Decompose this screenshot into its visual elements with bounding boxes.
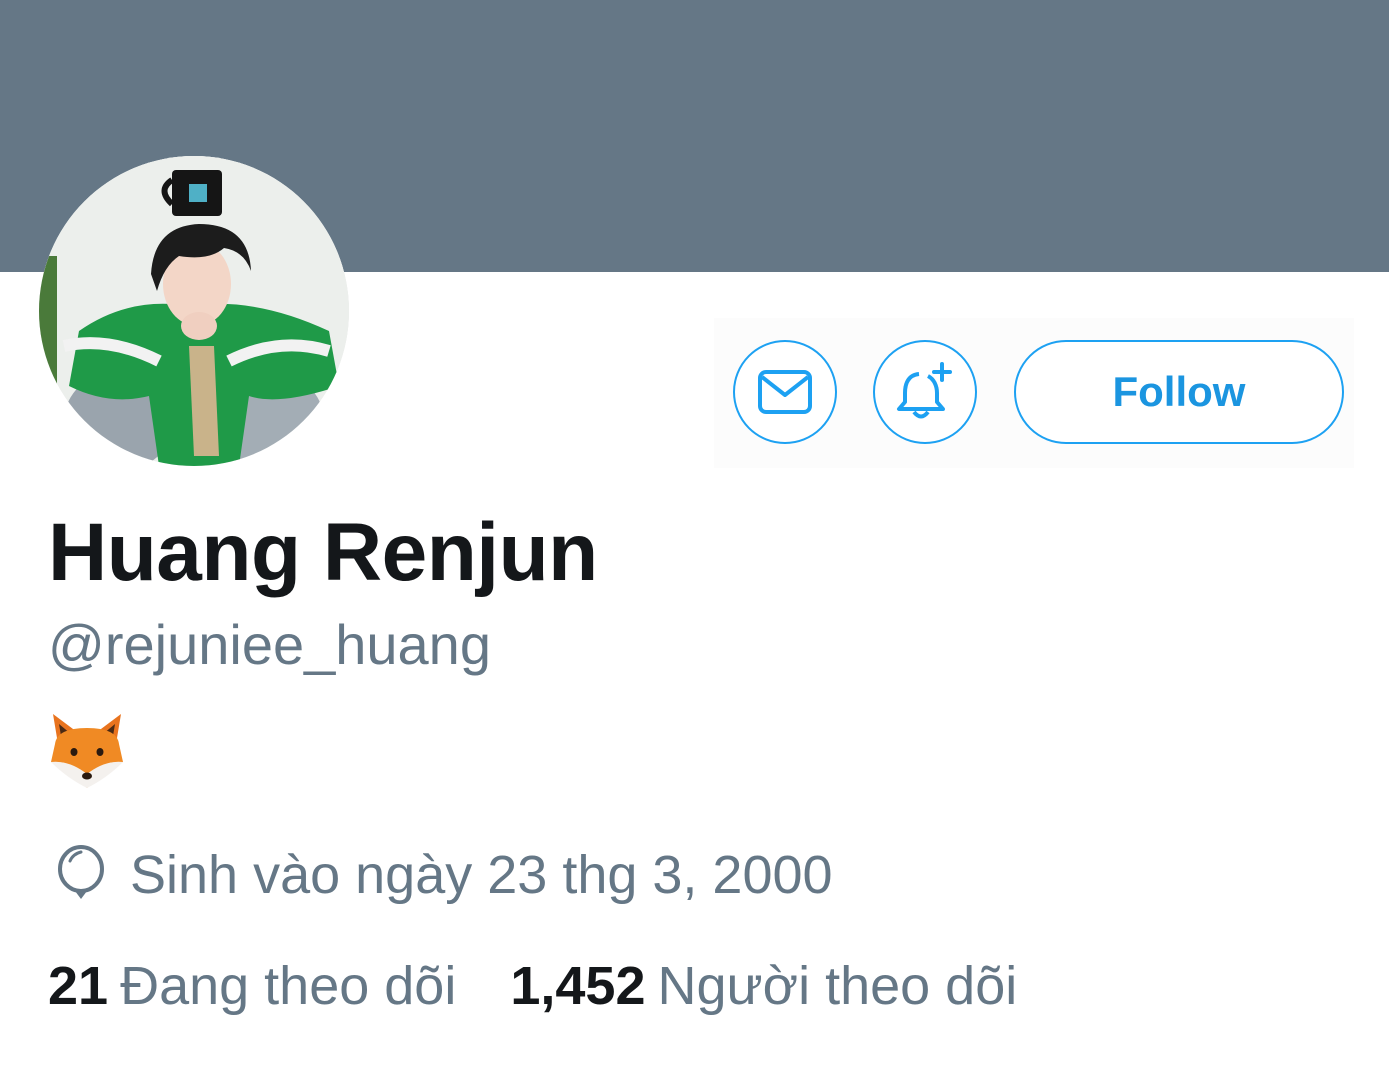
following-count: 21	[48, 956, 109, 1016]
balloon-icon	[50, 843, 112, 907]
follow-stats: 21 Đang theo dõi 1,452 Người theo dõi	[48, 955, 1017, 1017]
following-stat[interactable]: 21 Đang theo dõi	[48, 955, 456, 1017]
following-label: Đang theo dõi	[120, 956, 457, 1016]
profile-actions: Follow	[714, 318, 1354, 468]
profile-page: Follow Huang Renjun @rejuniee_huang Sinh…	[0, 0, 1389, 1080]
user-handle: @rejuniee_huang	[48, 613, 491, 676]
avatar-photo	[39, 156, 349, 466]
avatar[interactable]	[39, 156, 349, 466]
fox-face-icon	[51, 714, 123, 788]
follow-label: Follow	[1112, 368, 1246, 415]
followers-stat[interactable]: 1,452 Người theo dõi	[510, 955, 1017, 1017]
notification-button[interactable]	[873, 340, 977, 444]
followers-label: Người theo dõi	[657, 956, 1018, 1016]
bell-plus-icon	[897, 362, 952, 419]
bio	[47, 710, 127, 790]
follow-button[interactable]: Follow	[1014, 340, 1344, 444]
birthday-row: Sinh vào ngày 23 thg 3, 2000	[50, 840, 833, 910]
message-button[interactable]	[733, 340, 837, 444]
envelope-icon	[758, 370, 812, 414]
display-name: Huang Renjun	[48, 507, 598, 598]
birthday-text: Sinh vào ngày 23 thg 3, 2000	[130, 845, 833, 905]
followers-count: 1,452	[510, 956, 646, 1016]
